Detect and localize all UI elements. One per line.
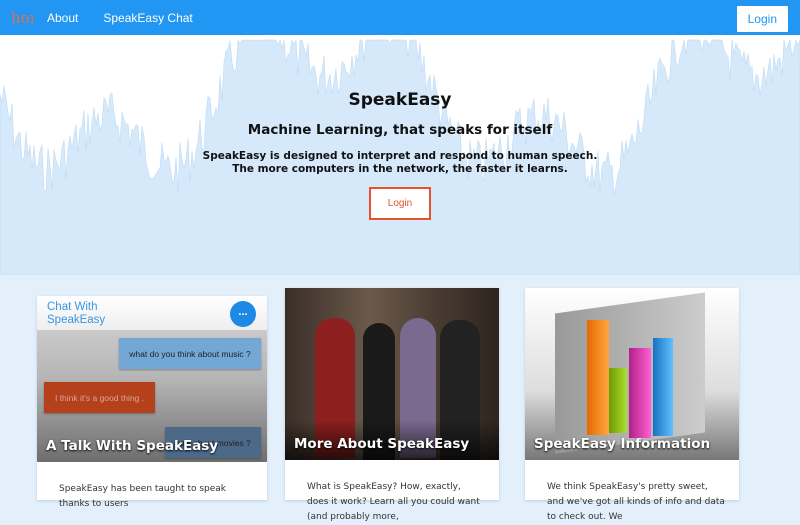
more-icon[interactable]: ...: [230, 301, 256, 327]
card-about[interactable]: More About SpeakEasy What is SpeakEasy? …: [285, 288, 499, 522]
navbar: home About SpeakEasy Chat Login: [0, 0, 800, 35]
card-title: SpeakEasy Information: [534, 436, 711, 452]
card-chat[interactable]: Chat With SpeakEasy ... what do you thin…: [37, 296, 267, 509]
card-text: What is SpeakEasy? How, exactly, does it…: [307, 482, 480, 522]
brand-link[interactable]: home: [11, 9, 33, 27]
nav-chat[interactable]: SpeakEasy Chat: [103, 11, 192, 25]
chat-bubble: I think it's a good thing .: [44, 382, 155, 413]
chat-bubble: what do you think about music ?: [119, 338, 261, 369]
team-photo: More About SpeakEasy: [285, 288, 499, 460]
hero-title: SpeakEasy: [348, 90, 452, 110]
card-title: A Talk With SpeakEasy: [46, 438, 219, 454]
hero-line-1: SpeakEasy is designed to interpret and r…: [202, 150, 598, 162]
card-text: We think SpeakEasy's pretty sweet, and w…: [547, 482, 725, 522]
card-title: More About SpeakEasy: [294, 436, 470, 452]
hero-line-2: The more computers in the network, the f…: [232, 163, 568, 175]
chat-header: Chat With SpeakEasy: [47, 301, 106, 326]
card-text: SpeakEasy has been taught to speak thank…: [59, 484, 227, 509]
hero-subtitle: Machine Learning, that speaks for itself: [247, 122, 553, 138]
bar-chart-image: SpeakEasy Information: [525, 288, 739, 460]
hero: SpeakEasy Machine Learning, that speaks …: [0, 35, 800, 275]
hero-login-button[interactable]: Login: [369, 187, 431, 220]
card-info[interactable]: SpeakEasy Information We think SpeakEasy…: [525, 288, 739, 522]
nav-login-button[interactable]: Login: [736, 6, 788, 32]
chat-preview: Chat With SpeakEasy ... what do you thin…: [37, 296, 267, 462]
nav-about[interactable]: About: [47, 11, 78, 25]
